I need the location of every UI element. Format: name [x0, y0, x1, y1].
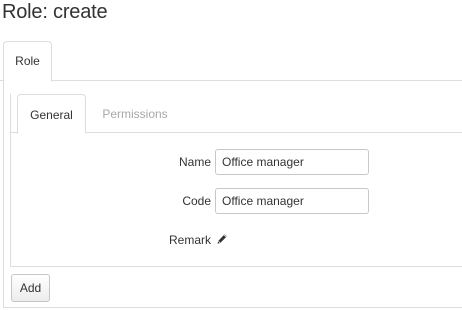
- page-title: Role: create: [2, 1, 108, 23]
- remark-row: Remark: [11, 227, 462, 253]
- add-button[interactable]: Add: [11, 274, 50, 302]
- code-field[interactable]: [215, 188, 369, 214]
- role-form-box: General Permissions Name Code Remark: [10, 94, 462, 267]
- tab-role[interactable]: Role: [3, 41, 52, 82]
- name-label: Name: [178, 155, 211, 169]
- name-row: Name: [11, 149, 462, 175]
- pencil-icon[interactable]: [216, 233, 228, 245]
- outer-tab-bar: Role: [0, 41, 462, 82]
- inner-tab-bar: General Permissions: [11, 94, 462, 134]
- code-label: Code: [182, 194, 211, 208]
- remark-label: Remark: [168, 233, 211, 247]
- tab-permissions[interactable]: Permissions: [91, 94, 179, 134]
- tab-general[interactable]: General: [17, 94, 86, 134]
- code-row: Code: [11, 188, 462, 214]
- name-field[interactable]: [215, 149, 369, 175]
- role-panel: General Permissions Name Code Remark: [3, 80, 462, 308]
